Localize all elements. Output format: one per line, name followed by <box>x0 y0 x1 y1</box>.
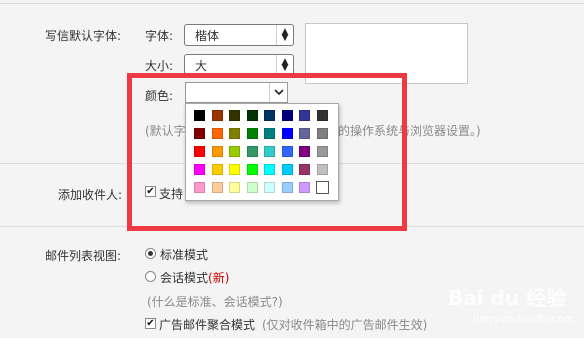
font-hint-left: (默认字 <box>145 124 186 138</box>
add-recipient-label: 添加收件人: <box>58 188 123 202</box>
color-swatch[interactable] <box>229 146 240 157</box>
mail-list-view-label: 邮件列表视图: <box>45 249 122 263</box>
chevron-down-icon[interactable] <box>269 83 287 102</box>
color-swatch[interactable] <box>246 146 258 157</box>
ad-aggregation-note: (仅对收件箱中的广告邮件生效) <box>262 318 428 332</box>
color-swatch[interactable] <box>299 182 310 193</box>
conversation-mode-label: 会话模式(新) <box>160 269 229 286</box>
color-swatch[interactable] <box>316 146 328 157</box>
baidu-watermark-logo: Bai du 经验 <box>448 286 567 310</box>
color-swatch[interactable] <box>211 110 223 121</box>
color-swatch[interactable] <box>194 146 205 157</box>
conversation-mode-text: 会话模式 <box>160 271 209 285</box>
font-select-value: 楷体 <box>195 28 220 43</box>
updown-arrows-icon: ▲ ▼ <box>276 55 293 75</box>
mode-help-link[interactable]: (什么是标准、会话模式?) <box>147 293 283 310</box>
color-swatch[interactable] <box>299 146 310 157</box>
support-checkbox-label: 支持 <box>159 187 184 201</box>
color-swatch[interactable] <box>194 182 205 193</box>
color-swatch[interactable] <box>194 110 205 121</box>
baidu-watermark-url: jingyan.baidu.com <box>473 312 575 325</box>
color-swatch[interactable] <box>211 182 223 193</box>
color-swatch[interactable] <box>299 128 310 139</box>
color-swatch[interactable] <box>316 164 328 175</box>
conversation-mode-radio[interactable] <box>145 271 156 282</box>
standard-mode-radio[interactable] <box>145 248 156 259</box>
font-label: 字体: <box>145 29 174 43</box>
color-swatch[interactable] <box>229 164 240 175</box>
new-badge: (新) <box>208 271 230 285</box>
color-swatch[interactable] <box>211 128 223 139</box>
color-swatch[interactable] <box>211 164 223 175</box>
color-swatch[interactable] <box>299 164 310 175</box>
font-select[interactable]: 楷体 ▲ ▼ <box>184 24 294 46</box>
color-swatch[interactable] <box>246 164 258 175</box>
size-label: 大小: <box>145 59 174 73</box>
color-swatch[interactable] <box>264 182 275 193</box>
ad-aggregation-checkbox[interactable]: ✔ <box>145 318 156 329</box>
section-divider-2 <box>0 226 584 227</box>
color-swatch[interactable] <box>281 128 293 139</box>
color-swatch[interactable] <box>229 182 240 193</box>
color-label: 颜色: <box>145 89 174 103</box>
color-swatch[interactable] <box>246 128 258 139</box>
color-swatch[interactable] <box>264 110 275 121</box>
color-swatch[interactable] <box>264 164 275 175</box>
ad-aggregation-label: 广告邮件聚合模式 <box>159 318 256 332</box>
color-swatch[interactable] <box>194 128 205 139</box>
updown-arrows-icon: ▲ ▼ <box>276 25 293 45</box>
color-swatch[interactable] <box>316 128 328 139</box>
color-swatch[interactable] <box>281 182 293 193</box>
default-font-label: 写信默认字体: <box>45 29 122 43</box>
top-divider <box>0 3 584 4</box>
color-select[interactable] <box>185 82 288 103</box>
color-swatch[interactable] <box>229 110 240 121</box>
color-swatch[interactable] <box>314 180 330 195</box>
font-preview-box <box>305 23 468 84</box>
color-swatch[interactable] <box>229 128 240 139</box>
color-swatch[interactable] <box>316 110 328 121</box>
font-hint-right: 的操作系统与浏览器设置。) <box>338 124 481 138</box>
color-swatch[interactable] <box>246 110 258 121</box>
color-swatch[interactable] <box>281 146 293 157</box>
color-swatch[interactable] <box>264 146 275 157</box>
color-swatch[interactable] <box>281 110 293 121</box>
support-checkbox[interactable]: ✔ <box>145 186 156 197</box>
size-select-value: 大 <box>195 58 208 73</box>
color-palette-dropdown <box>185 103 339 201</box>
color-swatch[interactable] <box>246 182 258 193</box>
color-swatch[interactable] <box>211 146 223 157</box>
color-swatch[interactable] <box>264 128 275 139</box>
size-select[interactable]: 大 ▲ ▼ <box>184 54 294 76</box>
color-swatch[interactable] <box>299 110 310 121</box>
standard-mode-label: 标准模式 <box>160 248 209 262</box>
color-swatch[interactable] <box>281 164 293 175</box>
color-swatch[interactable] <box>194 164 205 175</box>
